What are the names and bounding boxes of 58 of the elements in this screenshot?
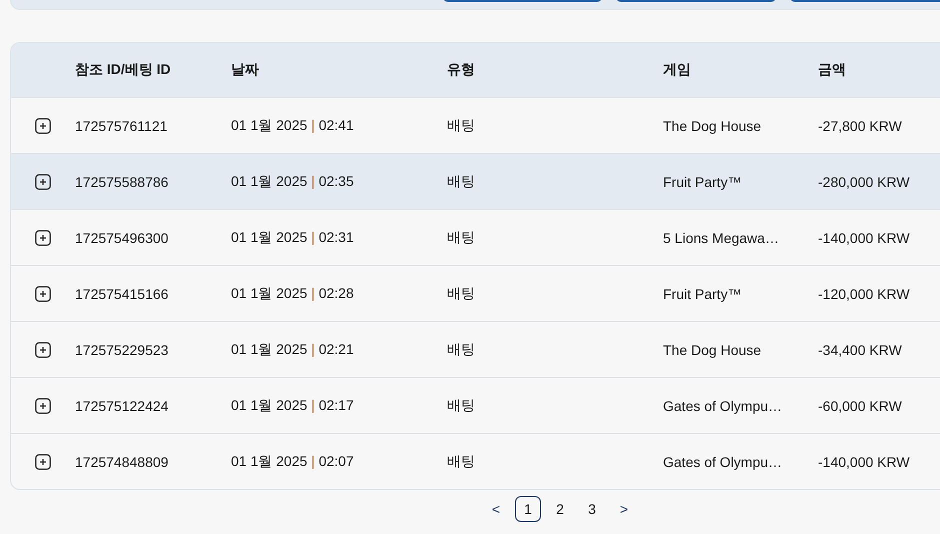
previous-page-button[interactable]: < <box>483 496 509 522</box>
page-button[interactable]: 3 <box>579 496 605 522</box>
table-cell-text: 01 1월 2025 | 02:31 <box>231 228 355 246</box>
column-header: 게임 <box>663 61 692 79</box>
table-cell-text: The Dog House <box>663 118 762 134</box>
expand-icon[interactable] <box>35 342 51 358</box>
table-cell-text: 01 1월 2025 | 02:07 <box>231 452 355 470</box>
table-cell-text: 01 1월 2025 | 02:17 <box>231 396 355 414</box>
table-cell-text: 172575496300 <box>75 230 170 246</box>
table-cell-text: 5 Lions Megawa… <box>663 230 780 246</box>
table-cell-text: 배팅 <box>447 452 476 470</box>
table-row[interactable]: 172575122424 01 1월 2025 | 02:17 배팅 Gates of Olympu… -60,000 KRW <box>11 377 940 433</box>
column-header: 금액 <box>818 61 847 79</box>
table-cell-text: 배팅 <box>447 172 476 190</box>
expand-icon[interactable] <box>35 398 51 414</box>
expand-icon[interactable] <box>35 286 51 302</box>
table-row[interactable]: 172575415166 01 1월 2025 | 02:28 배팅 Fruit Party™ -120,000 KRW <box>11 265 940 321</box>
table-cell-text: -140,000 KRW <box>818 230 911 246</box>
table-cell-text: 배팅 <box>447 116 476 134</box>
table-cell-text: 배팅 <box>447 284 476 302</box>
table-cell-text: 172574848809 <box>75 454 170 470</box>
table-row[interactable]: 172575588786 01 1월 2025 | 02:35 배팅 Fruit Party™ -280,000 KRW <box>11 153 940 209</box>
expand-icon[interactable] <box>35 174 51 190</box>
table-cell-text: Fruit Party™ <box>663 174 743 190</box>
expand-icon[interactable] <box>35 454 51 470</box>
table-cell-text: 172575122424 <box>75 398 170 414</box>
table-cell-text: -140,000 KRW <box>818 454 911 470</box>
table-cell-text: 배팅 <box>447 228 476 246</box>
column-header: 날짜 <box>231 61 260 79</box>
table-cell-text: -280,000 KRW <box>818 174 911 190</box>
table-cell-text: -27,800 KRW <box>818 118 903 134</box>
table-cell-text: 01 1월 2025 | 02:41 <box>231 116 355 134</box>
table-row[interactable]: 172575496300 01 1월 2025 | 02:31 배팅 5 Lions Megawa… -140,000 KRW <box>11 209 940 265</box>
table-cell-text: 172575761121 <box>75 118 168 134</box>
next-page-button[interactable]: > <box>611 496 637 522</box>
page-button[interactable]: 2 <box>547 496 573 522</box>
page-button[interactable]: 1 <box>515 496 541 522</box>
expand-icon[interactable] <box>35 118 51 134</box>
table-cell-text: -120,000 KRW <box>818 286 911 302</box>
table-cell-text: Gates of Olympu… <box>663 454 784 470</box>
table-cell-text: 01 1월 2025 | 02:21 <box>231 340 355 358</box>
table-cell-text: 01 1월 2025 | 02:28 <box>231 284 355 302</box>
table-cell-text: -34,400 KRW <box>818 342 903 358</box>
expand-icon[interactable] <box>35 230 51 246</box>
table-cell-text: 배팅 <box>447 340 476 358</box>
table-row[interactable]: 172575229523 01 1월 2025 | 02:21 배팅 The Dog House -34,400 KRW <box>11 321 940 377</box>
table-cell-text: 172575415166 <box>75 286 170 302</box>
table-cell-text: 172575229523 <box>75 342 170 358</box>
table-cell-text: The Dog House <box>663 342 762 358</box>
column-header: 참조 ID/베팅 ID <box>75 61 172 79</box>
table-cell-text: 01 1월 2025 | 02:35 <box>231 172 355 190</box>
table-cell-text: 배팅 <box>447 396 476 414</box>
table-row[interactable]: 172574848809 01 1월 2025 | 02:07 배팅 Gates of Olympu… -140,000 KRW <box>11 433 940 489</box>
table-cell-text: 172575588786 <box>75 174 170 190</box>
table-cell-text: Fruit Party™ <box>663 286 743 302</box>
table-cell-text: -60,000 KRW <box>818 398 903 414</box>
table-cell-text: Gates of Olympu… <box>663 398 784 414</box>
column-header: 유형 <box>447 61 476 79</box>
